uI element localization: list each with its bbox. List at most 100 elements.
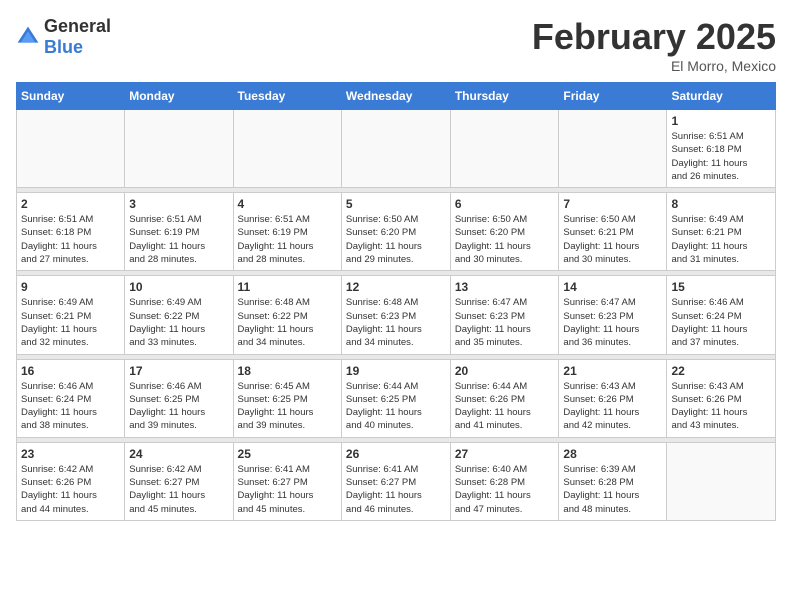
day-info: Sunrise: 6:50 AM Sunset: 6:20 PM Dayligh… xyxy=(346,213,446,266)
calendar-cell: 21 Sunrise: 6:43 AM Sunset: 6:26 PM Dayli… xyxy=(559,359,667,437)
day-number: 15 xyxy=(671,280,771,294)
day-info: Sunrise: 6:47 AM Sunset: 6:23 PM Dayligh… xyxy=(563,296,662,349)
day-info: Sunrise: 6:45 AM Sunset: 6:25 PM Dayligh… xyxy=(238,380,337,433)
day-info: Sunrise: 6:49 AM Sunset: 6:21 PM Dayligh… xyxy=(21,296,120,349)
calendar-cell xyxy=(341,110,450,188)
day-number: 21 xyxy=(563,364,662,378)
day-info: Sunrise: 6:41 AM Sunset: 6:27 PM Dayligh… xyxy=(346,463,446,516)
day-number: 23 xyxy=(21,447,120,461)
day-info: Sunrise: 6:42 AM Sunset: 6:27 PM Dayligh… xyxy=(129,463,228,516)
day-info: Sunrise: 6:51 AM Sunset: 6:18 PM Dayligh… xyxy=(671,130,771,183)
day-info: Sunrise: 6:43 AM Sunset: 6:26 PM Dayligh… xyxy=(671,380,771,433)
calendar-cell: 19 Sunrise: 6:44 AM Sunset: 6:25 PM Dayli… xyxy=(341,359,450,437)
calendar-cell xyxy=(559,110,667,188)
day-info: Sunrise: 6:48 AM Sunset: 6:22 PM Dayligh… xyxy=(238,296,337,349)
calendar-cell: 1 Sunrise: 6:51 AM Sunset: 6:18 PM Daylig… xyxy=(667,110,776,188)
day-info: Sunrise: 6:51 AM Sunset: 6:19 PM Dayligh… xyxy=(238,213,337,266)
calendar-cell: 24 Sunrise: 6:42 AM Sunset: 6:27 PM Dayli… xyxy=(125,442,233,520)
logo: General Blue xyxy=(16,16,111,58)
day-number: 22 xyxy=(671,364,771,378)
calendar-cell xyxy=(233,110,341,188)
calendar-table: SundayMondayTuesdayWednesdayThursdayFrid… xyxy=(16,82,776,521)
calendar-cell: 14 Sunrise: 6:47 AM Sunset: 6:23 PM Dayli… xyxy=(559,276,667,354)
week-row-3: 16 Sunrise: 6:46 AM Sunset: 6:24 PM Dayli… xyxy=(17,359,776,437)
weekday-header-wednesday: Wednesday xyxy=(341,83,450,110)
calendar-cell: 6 Sunrise: 6:50 AM Sunset: 6:20 PM Daylig… xyxy=(450,193,559,271)
calendar-cell: 10 Sunrise: 6:49 AM Sunset: 6:22 PM Dayli… xyxy=(125,276,233,354)
calendar-cell: 12Sunrise: 6:48 AM Sunset: 6:23 PM Dayli… xyxy=(341,276,450,354)
day-info: Sunrise: 6:44 AM Sunset: 6:25 PM Dayligh… xyxy=(346,380,446,433)
weekday-header-saturday: Saturday xyxy=(667,83,776,110)
calendar-cell: 23 Sunrise: 6:42 AM Sunset: 6:26 PM Dayli… xyxy=(17,442,125,520)
day-info: Sunrise: 6:39 AM Sunset: 6:28 PM Dayligh… xyxy=(563,463,662,516)
calendar-cell: 22 Sunrise: 6:43 AM Sunset: 6:26 PM Dayli… xyxy=(667,359,776,437)
day-number: 24 xyxy=(129,447,228,461)
weekday-header-tuesday: Tuesday xyxy=(233,83,341,110)
calendar-cell: 18 Sunrise: 6:45 AM Sunset: 6:25 PM Dayli… xyxy=(233,359,341,437)
calendar-cell: 20 Sunrise: 6:44 AM Sunset: 6:26 PM Dayli… xyxy=(450,359,559,437)
calendar-cell: 8Sunrise: 6:49 AM Sunset: 6:21 PM Daylig… xyxy=(667,193,776,271)
day-number: 20 xyxy=(455,364,555,378)
day-number: 8 xyxy=(671,197,771,211)
logo-general-text: General xyxy=(44,16,111,36)
day-number: 7 xyxy=(563,197,662,211)
day-number: 9 xyxy=(21,280,120,294)
location-subtitle: El Morro, Mexico xyxy=(532,58,776,74)
calendar-cell: 28 Sunrise: 6:39 AM Sunset: 6:28 PM Dayli… xyxy=(559,442,667,520)
week-row-2: 9 Sunrise: 6:49 AM Sunset: 6:21 PM Daylig… xyxy=(17,276,776,354)
calendar-cell: 17 Sunrise: 6:46 AM Sunset: 6:25 PM Dayli… xyxy=(125,359,233,437)
day-info: Sunrise: 6:42 AM Sunset: 6:26 PM Dayligh… xyxy=(21,463,120,516)
day-info: Sunrise: 6:50 AM Sunset: 6:20 PM Dayligh… xyxy=(455,213,555,266)
calendar-cell xyxy=(667,442,776,520)
day-number: 14 xyxy=(563,280,662,294)
day-number: 18 xyxy=(238,364,337,378)
calendar-cell: 2 Sunrise: 6:51 AM Sunset: 6:18 PM Daylig… xyxy=(17,193,125,271)
weekday-header-sunday: Sunday xyxy=(17,83,125,110)
day-number: 4 xyxy=(238,197,337,211)
calendar-cell: 15 Sunrise: 6:46 AM Sunset: 6:24 PM Dayli… xyxy=(667,276,776,354)
calendar-cell xyxy=(450,110,559,188)
day-info: Sunrise: 6:46 AM Sunset: 6:24 PM Dayligh… xyxy=(671,296,771,349)
day-info: Sunrise: 6:46 AM Sunset: 6:25 PM Dayligh… xyxy=(129,380,228,433)
day-info: Sunrise: 6:47 AM Sunset: 6:23 PM Dayligh… xyxy=(455,296,555,349)
weekday-header-friday: Friday xyxy=(559,83,667,110)
day-number: 6 xyxy=(455,197,555,211)
day-info: Sunrise: 6:49 AM Sunset: 6:22 PM Dayligh… xyxy=(129,296,228,349)
day-number: 26 xyxy=(346,447,446,461)
day-number: 11 xyxy=(238,280,337,294)
day-number: 25 xyxy=(238,447,337,461)
day-number: 17 xyxy=(129,364,228,378)
day-info: Sunrise: 6:51 AM Sunset: 6:19 PM Dayligh… xyxy=(129,213,228,266)
day-info: Sunrise: 6:44 AM Sunset: 6:26 PM Dayligh… xyxy=(455,380,555,433)
logo-icon xyxy=(16,25,40,49)
day-info: Sunrise: 6:43 AM Sunset: 6:26 PM Dayligh… xyxy=(563,380,662,433)
calendar-cell xyxy=(125,110,233,188)
day-number: 5 xyxy=(346,197,446,211)
day-number: 16 xyxy=(21,364,120,378)
calendar-cell: 3 Sunrise: 6:51 AM Sunset: 6:19 PM Daylig… xyxy=(125,193,233,271)
day-number: 3 xyxy=(129,197,228,211)
logo-blue-text: Blue xyxy=(44,37,83,57)
day-number: 19 xyxy=(346,364,446,378)
day-number: 2 xyxy=(21,197,120,211)
month-year-title: February 2025 xyxy=(532,16,776,58)
calendar-cell: 26 Sunrise: 6:41 AM Sunset: 6:27 PM Dayli… xyxy=(341,442,450,520)
calendar-cell: 7 Sunrise: 6:50 AM Sunset: 6:21 PM Daylig… xyxy=(559,193,667,271)
calendar-cell: 11 Sunrise: 6:48 AM Sunset: 6:22 PM Dayli… xyxy=(233,276,341,354)
calendar-cell: 13 Sunrise: 6:47 AM Sunset: 6:23 PM Dayli… xyxy=(450,276,559,354)
day-info: Sunrise: 6:50 AM Sunset: 6:21 PM Dayligh… xyxy=(563,213,662,266)
day-info: Sunrise: 6:51 AM Sunset: 6:18 PM Dayligh… xyxy=(21,213,120,266)
week-row-0: 1 Sunrise: 6:51 AM Sunset: 6:18 PM Daylig… xyxy=(17,110,776,188)
calendar-cell: 9 Sunrise: 6:49 AM Sunset: 6:21 PM Daylig… xyxy=(17,276,125,354)
weekday-header-thursday: Thursday xyxy=(450,83,559,110)
day-number: 1 xyxy=(671,114,771,128)
day-info: Sunrise: 6:46 AM Sunset: 6:24 PM Dayligh… xyxy=(21,380,120,433)
calendar-cell xyxy=(17,110,125,188)
day-number: 10 xyxy=(129,280,228,294)
title-block: February 2025 El Morro, Mexico xyxy=(532,16,776,74)
week-row-4: 23 Sunrise: 6:42 AM Sunset: 6:26 PM Dayli… xyxy=(17,442,776,520)
day-number: 13 xyxy=(455,280,555,294)
calendar-cell: 27Sunrise: 6:40 AM Sunset: 6:28 PM Dayli… xyxy=(450,442,559,520)
calendar-cell: 25Sunrise: 6:41 AM Sunset: 6:27 PM Dayli… xyxy=(233,442,341,520)
day-number: 28 xyxy=(563,447,662,461)
